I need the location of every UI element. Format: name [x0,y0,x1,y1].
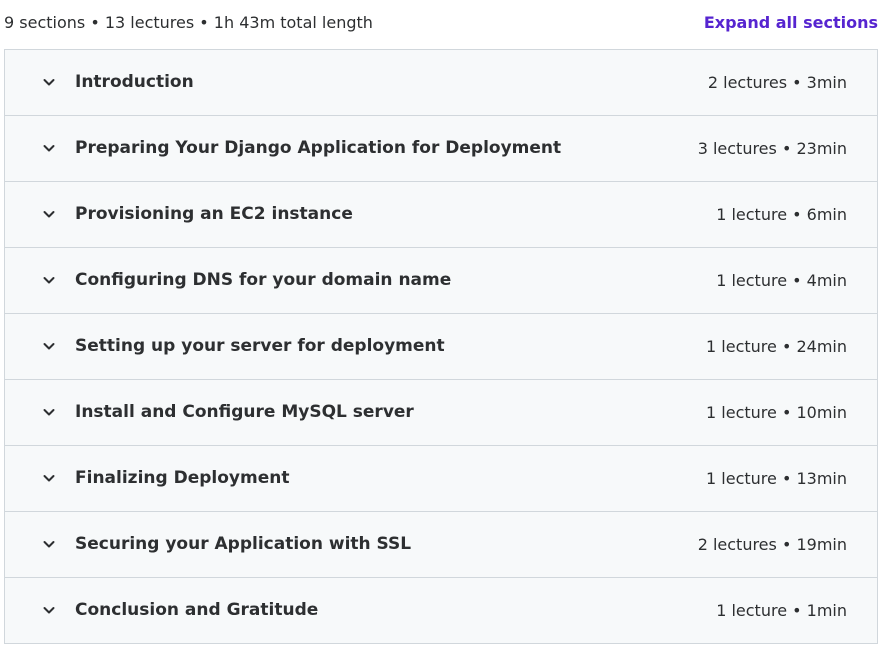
section-lecture-info: 3 lectures • 23min [697,139,847,158]
chevron-down-icon [41,470,57,486]
course-content-header: 9 sections • 13 lectures • 1h 43m total … [0,0,882,48]
course-summary-text: 9 sections • 13 lectures • 1h 43m total … [4,13,373,32]
section-lecture-info: 1 lecture • 4min [716,271,847,290]
section-title: Preparing Your Django Application for De… [75,138,562,158]
section-title: Introduction [75,72,194,92]
chevron-down-icon [41,206,57,222]
section-row-mysql[interactable]: Install and Configure MySQL server 1 lec… [5,380,877,446]
section-row-preparing-django[interactable]: Preparing Your Django Application for De… [5,116,877,182]
section-row-finalizing-deployment[interactable]: Finalizing Deployment 1 lecture • 13min [5,446,877,512]
chevron-down-icon [41,272,57,288]
chevron-down-icon [41,536,57,552]
section-title: Conclusion and Gratitude [75,600,319,620]
chevron-down-icon [41,140,57,156]
section-title: Install and Configure MySQL server [75,402,414,422]
section-title: Setting up your server for deployment [75,336,445,356]
section-row-provisioning-ec2[interactable]: Provisioning an EC2 instance 1 lecture •… [5,182,877,248]
section-title: Finalizing Deployment [75,468,290,488]
section-lecture-info: 2 lectures • 3min [707,73,847,92]
section-lecture-info: 1 lecture • 1min [716,601,847,620]
section-lecture-info: 1 lecture • 24min [706,337,847,356]
section-lecture-info: 1 lecture • 10min [706,403,847,422]
section-lecture-info: 2 lectures • 19min [697,535,847,554]
chevron-down-icon [41,602,57,618]
section-title: Configuring DNS for your domain name [75,270,452,290]
section-row-conclusion[interactable]: Conclusion and Gratitude 1 lecture • 1mi… [5,578,877,644]
chevron-down-icon [41,338,57,354]
section-title: Securing your Application with SSL [75,534,412,554]
section-row-introduction[interactable]: Introduction 2 lectures • 3min [5,50,877,116]
section-title: Provisioning an EC2 instance [75,204,353,224]
section-row-ssl[interactable]: Securing your Application with SSL 2 lec… [5,512,877,578]
section-row-configuring-dns[interactable]: Configuring DNS for your domain name 1 l… [5,248,877,314]
expand-all-sections-button[interactable]: Expand all sections [704,12,878,34]
chevron-down-icon [41,404,57,420]
section-list: Introduction 2 lectures • 3min Preparing… [4,49,878,644]
section-lecture-info: 1 lecture • 13min [706,469,847,488]
chevron-down-icon [41,74,57,90]
section-row-server-setup[interactable]: Setting up your server for deployment 1 … [5,314,877,380]
section-lecture-info: 1 lecture • 6min [716,205,847,224]
